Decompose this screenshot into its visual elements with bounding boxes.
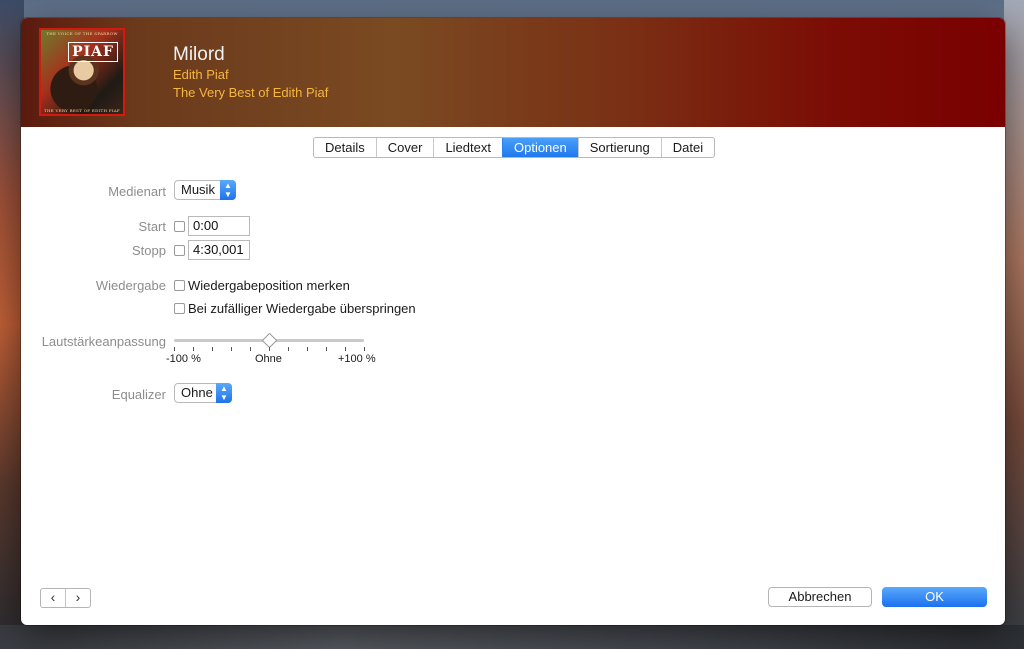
popup-stepper-icon: ▲ ▼ — [216, 383, 232, 403]
artwork-top-text: THE VOICE OF THE SPARROW — [46, 31, 118, 36]
equalizer-value: Ohne — [181, 385, 213, 400]
song-info-dialog: THE VOICE OF THE SPARROW PIAF THE VERY B… — [21, 18, 1005, 625]
tab-options[interactable]: Optionen — [501, 138, 578, 157]
artwork-bottom-text: THE VERY BEST OF EDITH PIAF — [44, 108, 120, 113]
song-title: Milord — [173, 44, 225, 65]
slider-tick — [364, 347, 365, 351]
desktop-wallpaper-right — [1004, 0, 1024, 649]
slider-tick — [345, 347, 346, 351]
tab-details[interactable]: Details — [314, 138, 376, 157]
slider-tick — [212, 347, 213, 351]
song-artist: Edith Piaf — [173, 67, 229, 82]
tab-cover[interactable]: Cover — [375, 138, 434, 157]
chevron-left-icon[interactable]: ‹ — [41, 589, 65, 607]
tab-bar: Details Cover Liedtext Optionen Sortieru… — [313, 137, 716, 158]
tab-lyrics[interactable]: Liedtext — [433, 138, 502, 157]
stop-time-field[interactable]: 4:30,001 — [188, 240, 250, 260]
skip-shuffle-checkbox[interactable] — [174, 303, 185, 314]
playback-label: Wiedergabe — [95, 278, 166, 293]
dialog-header: THE VOICE OF THE SPARROW PIAF THE VERY B… — [21, 18, 1005, 127]
slider-tick — [174, 347, 175, 351]
start-time-field[interactable]: 0:00 — [188, 216, 250, 236]
ok-button[interactable]: OK — [882, 587, 987, 607]
volume-min-label: -100 % — [166, 353, 201, 365]
skip-shuffle-label[interactable]: Bei zufälliger Wiedergabe überspringen — [188, 301, 416, 316]
equalizer-popup[interactable]: Ohne ▲ ▼ — [174, 383, 232, 403]
popup-stepper-icon: ▲ ▼ — [220, 180, 236, 200]
desktop-wallpaper-bottom — [0, 625, 1024, 649]
start-checkbox[interactable] — [174, 221, 185, 232]
slider-tick — [193, 347, 194, 351]
media-kind-label: Medienart — [108, 184, 166, 199]
album-artwork: THE VOICE OF THE SPARROW PIAF THE VERY B… — [39, 28, 125, 116]
equalizer-label: Equalizer — [111, 387, 166, 402]
volume-slider-knob[interactable] — [261, 332, 278, 349]
slider-tick — [288, 347, 289, 351]
tab-file[interactable]: Datei — [660, 138, 714, 157]
volume-max-label: +100 % — [338, 353, 376, 365]
slider-tick — [326, 347, 327, 351]
slider-tick — [250, 347, 251, 351]
remember-position-checkbox[interactable] — [174, 280, 185, 291]
chevron-right-icon[interactable]: › — [65, 589, 90, 607]
slider-tick — [231, 347, 232, 351]
artwork-piaf-text: PIAF — [68, 42, 118, 62]
cancel-button[interactable]: Abbrechen — [768, 587, 872, 607]
media-kind-value: Musik — [181, 182, 215, 197]
volume-adjust-label: Lautstärkeanpassung — [41, 334, 166, 349]
track-navigation: ‹ › — [40, 588, 91, 608]
slider-tick — [307, 347, 308, 351]
song-album: The Very Best of Edith Piaf — [173, 85, 329, 100]
media-kind-popup[interactable]: Musik ▲ ▼ — [174, 180, 236, 200]
stop-checkbox[interactable] — [174, 245, 185, 256]
slider-tick — [269, 347, 270, 351]
stop-label: Stopp — [132, 243, 166, 258]
start-label: Start — [138, 219, 166, 234]
volume-mid-label: Ohne — [255, 353, 282, 365]
tab-sorting[interactable]: Sortierung — [577, 138, 661, 157]
remember-position-label[interactable]: Wiedergabeposition merken — [188, 278, 350, 293]
